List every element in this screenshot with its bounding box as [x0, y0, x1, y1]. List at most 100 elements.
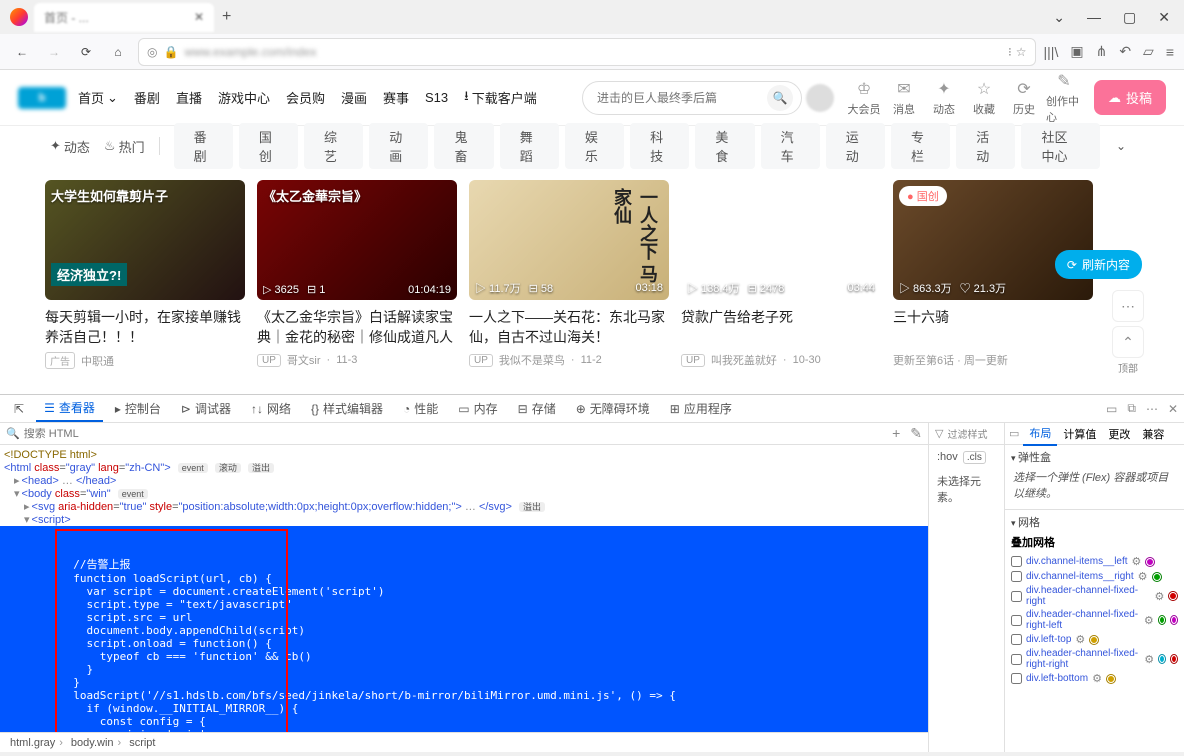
devtools-tab[interactable]: ☰查看器 — [36, 395, 103, 422]
toolbar-icon-1[interactable]: ▣ — [1070, 43, 1083, 60]
tab-close-icon[interactable]: ✕ — [194, 10, 204, 24]
avatar[interactable] — [806, 84, 834, 112]
devtools-tab[interactable]: ↑↓网络 — [243, 396, 299, 421]
search-input[interactable] — [597, 91, 767, 105]
channel-item-12[interactable]: 活动 — [956, 123, 1015, 169]
header-icon-0[interactable]: ♔大会员 — [846, 79, 882, 117]
nav-forward-button[interactable]: → — [42, 40, 66, 64]
topnav-item-3[interactable]: 游戏中心 — [218, 88, 270, 107]
header-icon-3[interactable]: ☆收藏 — [966, 79, 1002, 117]
devtools-tab[interactable]: ⊟存储 — [510, 396, 564, 421]
nav-back-button[interactable]: ← — [10, 40, 34, 64]
devtools-tab[interactable]: ◔性能 — [395, 396, 446, 421]
gear-icon[interactable]: ⚙ — [1092, 672, 1102, 685]
channel-item-10[interactable]: 运动 — [826, 123, 885, 169]
breadcrumb[interactable]: html.gray body.win script — [0, 732, 928, 752]
channel-left-1[interactable]: ♨ 热门 — [104, 137, 145, 156]
toolbar-icon-4[interactable]: ▱ — [1143, 43, 1154, 60]
gear-icon[interactable]: ⚙ — [1075, 633, 1085, 646]
topnav-item-6[interactable]: 赛事 — [383, 88, 409, 107]
devtools-dock-icon[interactable]: ⧉ — [1127, 401, 1136, 416]
gear-icon[interactable]: ⚙ — [1132, 555, 1142, 568]
window-maximize-icon[interactable]: ▢ — [1123, 9, 1136, 26]
layout-tab-2[interactable]: 更改 — [1102, 423, 1136, 445]
devtools-tab[interactable]: ▸控制台 — [107, 396, 169, 421]
window-close-icon[interactable]: ✕ — [1158, 9, 1170, 26]
grid-toggle[interactable] — [1011, 591, 1022, 602]
grid-toggle[interactable] — [1011, 673, 1022, 684]
grid-section-header[interactable]: 网格 — [1011, 514, 1178, 530]
gear-icon[interactable]: ⚙ — [1155, 590, 1165, 603]
toolbar-icon-2[interactable]: ⋔ — [1096, 43, 1108, 60]
topnav-item-2[interactable]: 直播 — [176, 88, 202, 107]
flex-section-header[interactable]: 弹性盒 — [1011, 449, 1178, 465]
header-icon-2[interactable]: ✦动态 — [926, 79, 962, 117]
layout-tab-0[interactable]: 布局 — [1023, 423, 1057, 446]
bookmark-star-icon[interactable]: ☆ — [1016, 45, 1027, 59]
toolbar-icon-0[interactable]: |||\ — [1044, 44, 1059, 60]
dom-tree[interactable]: <!DOCTYPE html> <html class="gray" lang=… — [0, 445, 928, 732]
grid-toggle[interactable] — [1011, 615, 1022, 626]
topnav-item-7[interactable]: S13 — [425, 90, 448, 105]
nav-home-button[interactable]: ⌂ — [106, 40, 130, 64]
channel-item-5[interactable]: 舞蹈 — [500, 123, 559, 169]
toolbar-icon-3[interactable]: ↶ — [1119, 43, 1131, 60]
layout-panel-options-icon[interactable]: ▭ — [1005, 427, 1023, 440]
header-icon-5[interactable]: ✎创作中心 — [1046, 71, 1082, 125]
color-swatch[interactable] — [1158, 654, 1166, 664]
topnav-item-0[interactable]: 首页⌄ — [78, 88, 118, 107]
search-button[interactable]: 🔍 — [767, 85, 793, 111]
grid-toggle[interactable] — [1011, 654, 1022, 665]
refresh-content-button[interactable]: ⟳ 刷新内容 — [1055, 250, 1142, 279]
header-icon-1[interactable]: ✉消息 — [886, 79, 922, 117]
color-swatch[interactable] — [1168, 591, 1178, 601]
devtools-close-icon[interactable]: ✕ — [1168, 402, 1178, 416]
devtools-tab[interactable]: {}样式编辑器 — [303, 396, 391, 421]
nav-refresh-button[interactable]: ⟳ — [74, 40, 98, 64]
video-card[interactable]: 大学生如何靠剪片子经济独立?!每天剪辑一小时，在家接单赚钱养活自己！！！广告 中… — [45, 180, 245, 369]
header-icon-4[interactable]: ⟳历史 — [1006, 79, 1042, 117]
devtools-responsive-icon[interactable]: ▭ — [1106, 402, 1117, 416]
topnav-item-1[interactable]: 番剧 — [134, 88, 160, 107]
channel-item-4[interactable]: 鬼畜 — [434, 123, 493, 169]
upload-button[interactable]: ☁ 投稿 — [1094, 80, 1166, 115]
devtools-tab[interactable]: ⊕无障碍环境 — [568, 396, 658, 421]
gear-icon[interactable]: ⚙ — [1144, 653, 1154, 666]
scroll-top-button[interactable]: ⌃ — [1112, 326, 1144, 358]
gear-icon[interactable]: ⚙ — [1138, 570, 1148, 583]
grid-toggle[interactable] — [1011, 556, 1022, 567]
channel-more-icon[interactable]: ⌄ — [1108, 139, 1134, 153]
channel-left-0[interactable]: ✦ 动态 — [50, 137, 90, 156]
grid-toggle[interactable] — [1011, 634, 1022, 645]
grid-toggle[interactable] — [1011, 571, 1022, 582]
url-input[interactable]: ◎ 🔒 www.example.com/index ⁝ ☆ — [138, 38, 1036, 66]
side-more-button[interactable]: ⋯ — [1112, 290, 1144, 322]
topnav-item-4[interactable]: 会员购 — [286, 88, 325, 107]
channel-item-0[interactable]: 番剧 — [174, 123, 233, 169]
devtools-tab[interactable]: ⊞应用程序 — [662, 396, 740, 421]
color-swatch[interactable] — [1152, 572, 1162, 582]
channel-item-2[interactable]: 综艺 — [304, 123, 363, 169]
devtools-tab[interactable]: ⊳调试器 — [173, 396, 239, 421]
video-card[interactable]: ▷ 138.4万⊟ 247803:44贷款广告给老子死UP 叫我死盖就好 · 1… — [681, 180, 881, 369]
devtools-tab[interactable]: ▭内存 — [450, 396, 505, 421]
color-swatch[interactable] — [1145, 557, 1155, 567]
eyedropper-button[interactable]: ✎ — [910, 425, 922, 442]
site-logo[interactable]: b — [18, 87, 66, 109]
gear-icon[interactable]: ⚙ — [1144, 614, 1154, 627]
channel-item-6[interactable]: 娱乐 — [565, 123, 624, 169]
channel-item-13[interactable]: 社区中心 — [1021, 123, 1099, 169]
channel-item-1[interactable]: 国创 — [239, 123, 298, 169]
browser-tab[interactable]: 首页 - ... ✕ — [34, 3, 214, 32]
add-node-button[interactable]: + — [892, 425, 900, 442]
layout-tab-1[interactable]: 计算值 — [1057, 423, 1102, 445]
reader-icon[interactable]: ⁝ — [1008, 45, 1010, 59]
new-tab-button[interactable]: + — [222, 8, 231, 26]
window-chevron-icon[interactable]: ⌄ — [1053, 9, 1065, 26]
window-minimize-icon[interactable]: — — [1087, 9, 1101, 25]
color-swatch[interactable] — [1089, 635, 1099, 645]
topnav-item-8[interactable]: ⭳下载客户端 — [464, 87, 537, 109]
channel-item-11[interactable]: 专栏 — [891, 123, 950, 169]
topnav-item-5[interactable]: 漫画 — [341, 88, 367, 107]
site-search-box[interactable]: 🔍 — [582, 81, 802, 115]
